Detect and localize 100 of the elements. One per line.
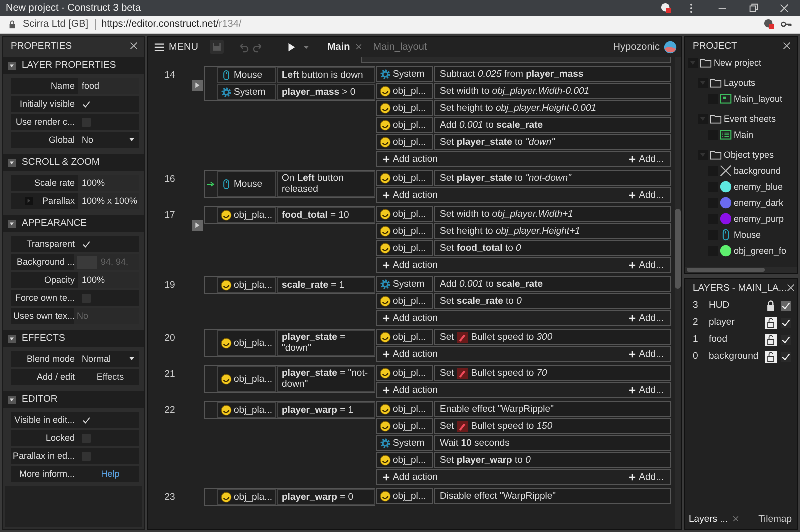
add-link[interactable]: Add... bbox=[629, 154, 664, 164]
checkbox[interactable] bbox=[781, 300, 791, 310]
add-action-link[interactable]: Add action bbox=[383, 154, 438, 164]
condition-text[interactable]: On Left button released bbox=[277, 171, 375, 197]
tree-item[interactable]: New project bbox=[714, 58, 762, 68]
layer-name[interactable]: background bbox=[709, 351, 761, 362]
layer-name[interactable]: food bbox=[709, 334, 761, 345]
tab[interactable]: Main bbox=[327, 42, 350, 52]
action-object[interactable]: obj_pl... bbox=[376, 83, 433, 99]
action-object[interactable]: obj_pl... bbox=[376, 293, 433, 309]
action-object[interactable]: obj_pl... bbox=[376, 329, 433, 345]
checkbox[interactable] bbox=[781, 352, 791, 362]
add-action-link[interactable]: Add action bbox=[383, 348, 438, 360]
add-link[interactable]: Add... bbox=[629, 472, 664, 482]
url-text[interactable]: https://editor.construct.net/r134/ bbox=[102, 19, 242, 30]
action-object[interactable]: obj_pl... bbox=[376, 100, 433, 116]
expand-icon[interactable] bbox=[8, 158, 16, 166]
checkbox[interactable] bbox=[781, 334, 791, 344]
action-object[interactable]: obj_pl... bbox=[376, 223, 433, 239]
help-link[interactable]: Help bbox=[101, 469, 120, 479]
condition-text[interactable]: scale_rate = 1 bbox=[277, 277, 375, 293]
menu-icon[interactable] bbox=[154, 42, 165, 52]
scrollbar[interactable] bbox=[675, 57, 681, 529]
condition-object[interactable]: obj_pla... bbox=[217, 366, 276, 392]
play-icon[interactable] bbox=[286, 42, 298, 52]
condition-object[interactable]: obj_pla... bbox=[217, 277, 276, 293]
add-action-link[interactable]: Add action bbox=[383, 384, 438, 396]
unlock-icon[interactable] bbox=[765, 350, 777, 362]
action-object[interactable]: obj_pl... bbox=[376, 117, 433, 133]
dropdown[interactable]: No bbox=[82, 135, 139, 145]
add-link[interactable]: Add... bbox=[629, 384, 664, 396]
action-object[interactable]: obj_pl... bbox=[376, 452, 433, 468]
close-icon[interactable] bbox=[732, 515, 740, 523]
action-object[interactable]: obj_pl... bbox=[376, 170, 433, 186]
close-icon[interactable] bbox=[779, 2, 790, 14]
section-header[interactable]: EFFECTS bbox=[3, 330, 144, 347]
checkbox[interactable] bbox=[781, 318, 791, 328]
add-link[interactable]: Add... bbox=[629, 190, 664, 200]
condition-text[interactable]: player_warp = 0 bbox=[277, 489, 375, 505]
extension-icon[interactable] bbox=[764, 19, 775, 30]
add-action-link[interactable]: Add action bbox=[383, 260, 438, 270]
action-text[interactable]: Set bbox=[440, 420, 454, 432]
layer-name[interactable]: HUD bbox=[709, 300, 761, 311]
property-value[interactable]: food bbox=[82, 81, 100, 91]
tree-item[interactable]: enemy_blue bbox=[734, 182, 784, 192]
tree-item[interactable]: Main bbox=[734, 130, 754, 140]
condition-text[interactable]: player_warp = 1 bbox=[277, 402, 375, 418]
action-text[interactable]: Bullet speed to 300 bbox=[471, 332, 553, 342]
menu-button[interactable]: MENU bbox=[169, 42, 198, 52]
avatar[interactable] bbox=[664, 40, 677, 54]
condition-object[interactable]: Mouse bbox=[217, 171, 276, 197]
dropdown[interactable]: Normal bbox=[82, 354, 139, 364]
close-icon[interactable] bbox=[130, 42, 138, 50]
checkbox[interactable] bbox=[82, 100, 91, 108]
action-object[interactable]: obj_pl... bbox=[376, 365, 433, 381]
section-header[interactable]: SCROLL & ZOOM bbox=[3, 154, 144, 171]
unlock-icon[interactable] bbox=[765, 316, 777, 328]
tab[interactable]: Tilemap bbox=[758, 514, 792, 524]
add-link[interactable]: Add... bbox=[629, 348, 664, 360]
tree-item[interactable]: Object types bbox=[724, 150, 774, 160]
maximize-icon[interactable] bbox=[748, 2, 759, 14]
tree-item[interactable]: enemy_purp bbox=[734, 214, 784, 224]
tree-item[interactable]: obj_green_fo bbox=[734, 246, 787, 256]
unlock-icon[interactable] bbox=[765, 334, 777, 346]
action-object[interactable]: System bbox=[376, 276, 433, 292]
tree-item[interactable]: Mouse bbox=[734, 230, 762, 240]
action-object[interactable]: System bbox=[376, 66, 433, 82]
condition-object[interactable]: obj_pla... bbox=[217, 330, 276, 356]
condition-object[interactable]: obj_pla... bbox=[217, 207, 276, 223]
extension-icon[interactable] bbox=[661, 2, 672, 14]
action-object[interactable]: obj_pl... bbox=[376, 401, 433, 417]
action-text[interactable]: Set bbox=[440, 368, 454, 378]
action-object[interactable]: obj_pl... bbox=[376, 240, 433, 256]
effects-button[interactable]: Effects bbox=[82, 369, 139, 385]
action-object[interactable]: System bbox=[376, 435, 433, 451]
condition-text[interactable]: player_mass > 0 bbox=[277, 84, 375, 100]
close-icon[interactable] bbox=[786, 284, 795, 292]
tab[interactable]: Main_layout bbox=[373, 42, 428, 52]
layer-name[interactable]: player bbox=[709, 317, 761, 328]
condition-text[interactable]: food_total = 10 bbox=[277, 207, 375, 223]
condition-text[interactable]: player_state = "down" bbox=[277, 330, 375, 356]
condition-text[interactable]: player_state = "not-down" bbox=[277, 366, 375, 392]
action-object[interactable]: obj_pl... bbox=[376, 488, 433, 504]
close-icon[interactable] bbox=[783, 42, 791, 50]
tree-item[interactable]: enemy_dark bbox=[734, 198, 784, 208]
tree-item[interactable]: Event sheets bbox=[724, 114, 776, 124]
condition-object[interactable]: obj_pla... bbox=[217, 402, 276, 418]
tab[interactable]: Layers ... bbox=[689, 514, 728, 524]
action-object[interactable]: obj_pl... bbox=[376, 134, 433, 150]
user-name[interactable]: Hypozonic bbox=[613, 42, 660, 52]
lock-icon[interactable] bbox=[765, 300, 777, 312]
caret-icon[interactable] bbox=[304, 44, 310, 50]
tree-item[interactable]: background bbox=[734, 166, 782, 176]
expand-icon[interactable] bbox=[8, 62, 16, 70]
add-action-link[interactable]: Add action bbox=[383, 472, 438, 482]
action-text[interactable]: Bullet speed to 70 bbox=[471, 368, 548, 378]
section-header[interactable]: LAYER PROPERTIES bbox=[3, 57, 144, 74]
action-text[interactable]: Bullet speed to 150 bbox=[471, 420, 553, 432]
tree-item[interactable]: Layouts bbox=[724, 78, 756, 88]
expand-icon[interactable] bbox=[8, 220, 16, 228]
